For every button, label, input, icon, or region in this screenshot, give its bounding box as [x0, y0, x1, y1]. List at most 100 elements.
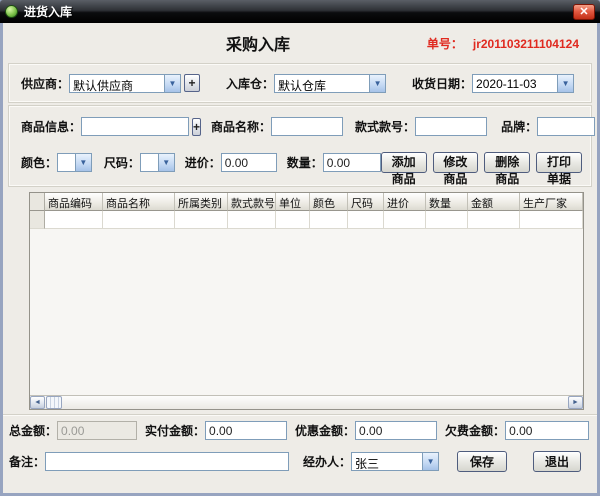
chevron-down-icon[interactable]: ▼: [157, 154, 174, 171]
product-info-input[interactable]: [81, 117, 190, 136]
discount-amount-label: 优惠金额：: [295, 424, 356, 438]
order-number-value: jr201103211104124: [472, 37, 579, 51]
entry-actions: 添加商品 修改商品 删除商品 打印单据: [380, 152, 582, 186]
cell[interactable]: [348, 211, 384, 229]
handler-label: 经办人：: [303, 455, 352, 469]
exit-button[interactable]: 退出: [533, 451, 582, 472]
scroll-left-icon[interactable]: ◄: [30, 396, 45, 409]
app-window: 进货入库 ✕ 采购入库 单号： jr201103211104124 供应商： 默认…: [0, 0, 600, 496]
table-row[interactable]: [30, 211, 583, 229]
owed-amount-field[interactable]: [505, 421, 590, 440]
order-number-label: 单号：: [426, 37, 463, 51]
order-number: 单号： jr201103211104124: [427, 35, 579, 52]
warehouse-label: 入库仓：: [226, 76, 275, 91]
add-supplier-button[interactable]: +: [184, 74, 201, 92]
discount-amount-field[interactable]: [355, 421, 438, 440]
warehouse-value: 默认仓库: [278, 78, 327, 92]
scroll-right-icon[interactable]: ►: [568, 396, 583, 409]
col-qty[interactable]: 数量: [426, 193, 468, 211]
col-category[interactable]: 所属类别: [175, 193, 228, 211]
col-unit[interactable]: 单位: [276, 193, 310, 211]
grid-header: 商品编码 商品名称 所属类别 款式款号 单位 颜色 尺码 进价 数量 金额 生产…: [30, 193, 583, 211]
product-info-label: 商品信息：: [21, 120, 82, 134]
remark-label: 备注：: [9, 455, 46, 469]
paid-amount-label: 实付金额：: [145, 424, 206, 438]
remark-input[interactable]: [45, 452, 290, 471]
cell[interactable]: [468, 211, 520, 229]
cell[interactable]: [175, 211, 228, 229]
color-label: 颜色：: [21, 156, 58, 170]
supplier-label: 供应商：: [21, 76, 70, 91]
col-price[interactable]: 进价: [384, 193, 426, 211]
paid-amount-field[interactable]: [205, 421, 288, 440]
total-amount-label: 总金额：: [9, 424, 58, 438]
col-manufacturer[interactable]: 生产厂家: [520, 193, 583, 211]
totals-row: 总金额： 实付金额： 优惠金额： 欠费金额：: [9, 421, 592, 440]
pick-product-button[interactable]: +: [192, 117, 202, 136]
supplier-value: 默认供应商: [73, 78, 134, 92]
add-product-button[interactable]: 添加商品: [380, 152, 427, 186]
cell[interactable]: [426, 211, 468, 229]
handler-select[interactable]: 张三 ▼: [351, 452, 440, 471]
chevron-down-icon[interactable]: ▼: [369, 74, 386, 92]
horizontal-scrollbar[interactable]: ◄ ►: [30, 395, 583, 409]
col-product-code[interactable]: 商品编码: [45, 193, 103, 211]
col-product-name[interactable]: 商品名称: [103, 193, 175, 211]
dialog-body: 采购入库 单号： jr201103211104124 供应商： 默认供应商 ▼ +…: [3, 23, 597, 493]
price-label: 进价：: [184, 156, 221, 170]
app-icon: [5, 5, 18, 18]
save-button[interactable]: 保存: [457, 451, 508, 472]
product-grid: 商品编码 商品名称 所属类别 款式款号 单位 颜色 尺码 进价 数量 金额 生产…: [29, 192, 584, 410]
row-selector-header: [30, 193, 45, 211]
receipt-date-value: 2020-11-03: [476, 76, 537, 91]
qty-input[interactable]: [322, 153, 381, 172]
grid-empty-area: [30, 229, 583, 395]
print-receipt-button[interactable]: 打印单据: [536, 152, 582, 186]
col-color[interactable]: 颜色: [310, 193, 348, 211]
size-select[interactable]: ▼: [139, 153, 175, 172]
style-no-input[interactable]: [415, 117, 488, 136]
delete-product-button[interactable]: 删除商品: [484, 152, 531, 186]
col-size[interactable]: 尺码: [348, 193, 384, 211]
chevron-down-icon[interactable]: ▼: [422, 453, 439, 470]
chevron-down-icon[interactable]: ▼: [557, 74, 574, 92]
col-amount[interactable]: 金额: [468, 193, 520, 211]
cell[interactable]: [520, 211, 583, 229]
cell[interactable]: [310, 211, 348, 229]
cell[interactable]: [103, 211, 175, 229]
supplier-panel: 供应商： 默认供应商 ▼ + 入库仓： 默认仓库 ▼ 收货日期： 2020-11…: [8, 63, 592, 103]
product-entry-panel: 商品信息： + 商品名称： 款式款号： 品牌： 颜色： ▼ 尺码： ▼ 进价： …: [8, 105, 596, 187]
size-value: [141, 154, 158, 171]
close-button[interactable]: ✕: [573, 3, 595, 20]
cell[interactable]: [45, 211, 103, 229]
qty-label: 数量：: [286, 156, 323, 170]
close-icon: ✕: [579, 6, 589, 18]
chevron-down-icon[interactable]: ▼: [164, 74, 181, 92]
section-divider: [3, 414, 597, 416]
owed-amount-label: 欠费金额：: [445, 424, 506, 438]
handler-value: 张三: [355, 457, 380, 470]
footer-row: 备注： 经办人： 张三 ▼ 保存 退出: [9, 451, 592, 472]
cell[interactable]: [276, 211, 310, 229]
brand-input[interactable]: [537, 117, 596, 136]
supplier-select[interactable]: 默认供应商 ▼: [69, 73, 182, 93]
style-no-label: 款式款号：: [355, 120, 416, 134]
receipt-date-select[interactable]: 2020-11-03 ▼: [472, 73, 575, 93]
cell[interactable]: [384, 211, 426, 229]
title-bar[interactable]: 进货入库 ✕: [0, 0, 600, 23]
scrollbar-thumb[interactable]: [46, 396, 62, 409]
col-style-no[interactable]: 款式款号: [228, 193, 276, 211]
size-label: 尺码：: [103, 156, 140, 170]
row-selector-cell[interactable]: [30, 211, 45, 229]
color-select[interactable]: ▼: [57, 153, 92, 172]
product-name-input[interactable]: [271, 117, 344, 136]
warehouse-select[interactable]: 默认仓库 ▼: [274, 73, 387, 93]
product-name-label: 商品名称：: [211, 120, 272, 134]
modify-product-button[interactable]: 修改商品: [432, 152, 479, 186]
total-amount-field: [57, 421, 138, 440]
color-value: [58, 154, 75, 171]
cell[interactable]: [228, 211, 276, 229]
window-title: 进货入库: [24, 5, 73, 19]
chevron-down-icon[interactable]: ▼: [74, 154, 91, 171]
price-input[interactable]: [220, 153, 277, 172]
